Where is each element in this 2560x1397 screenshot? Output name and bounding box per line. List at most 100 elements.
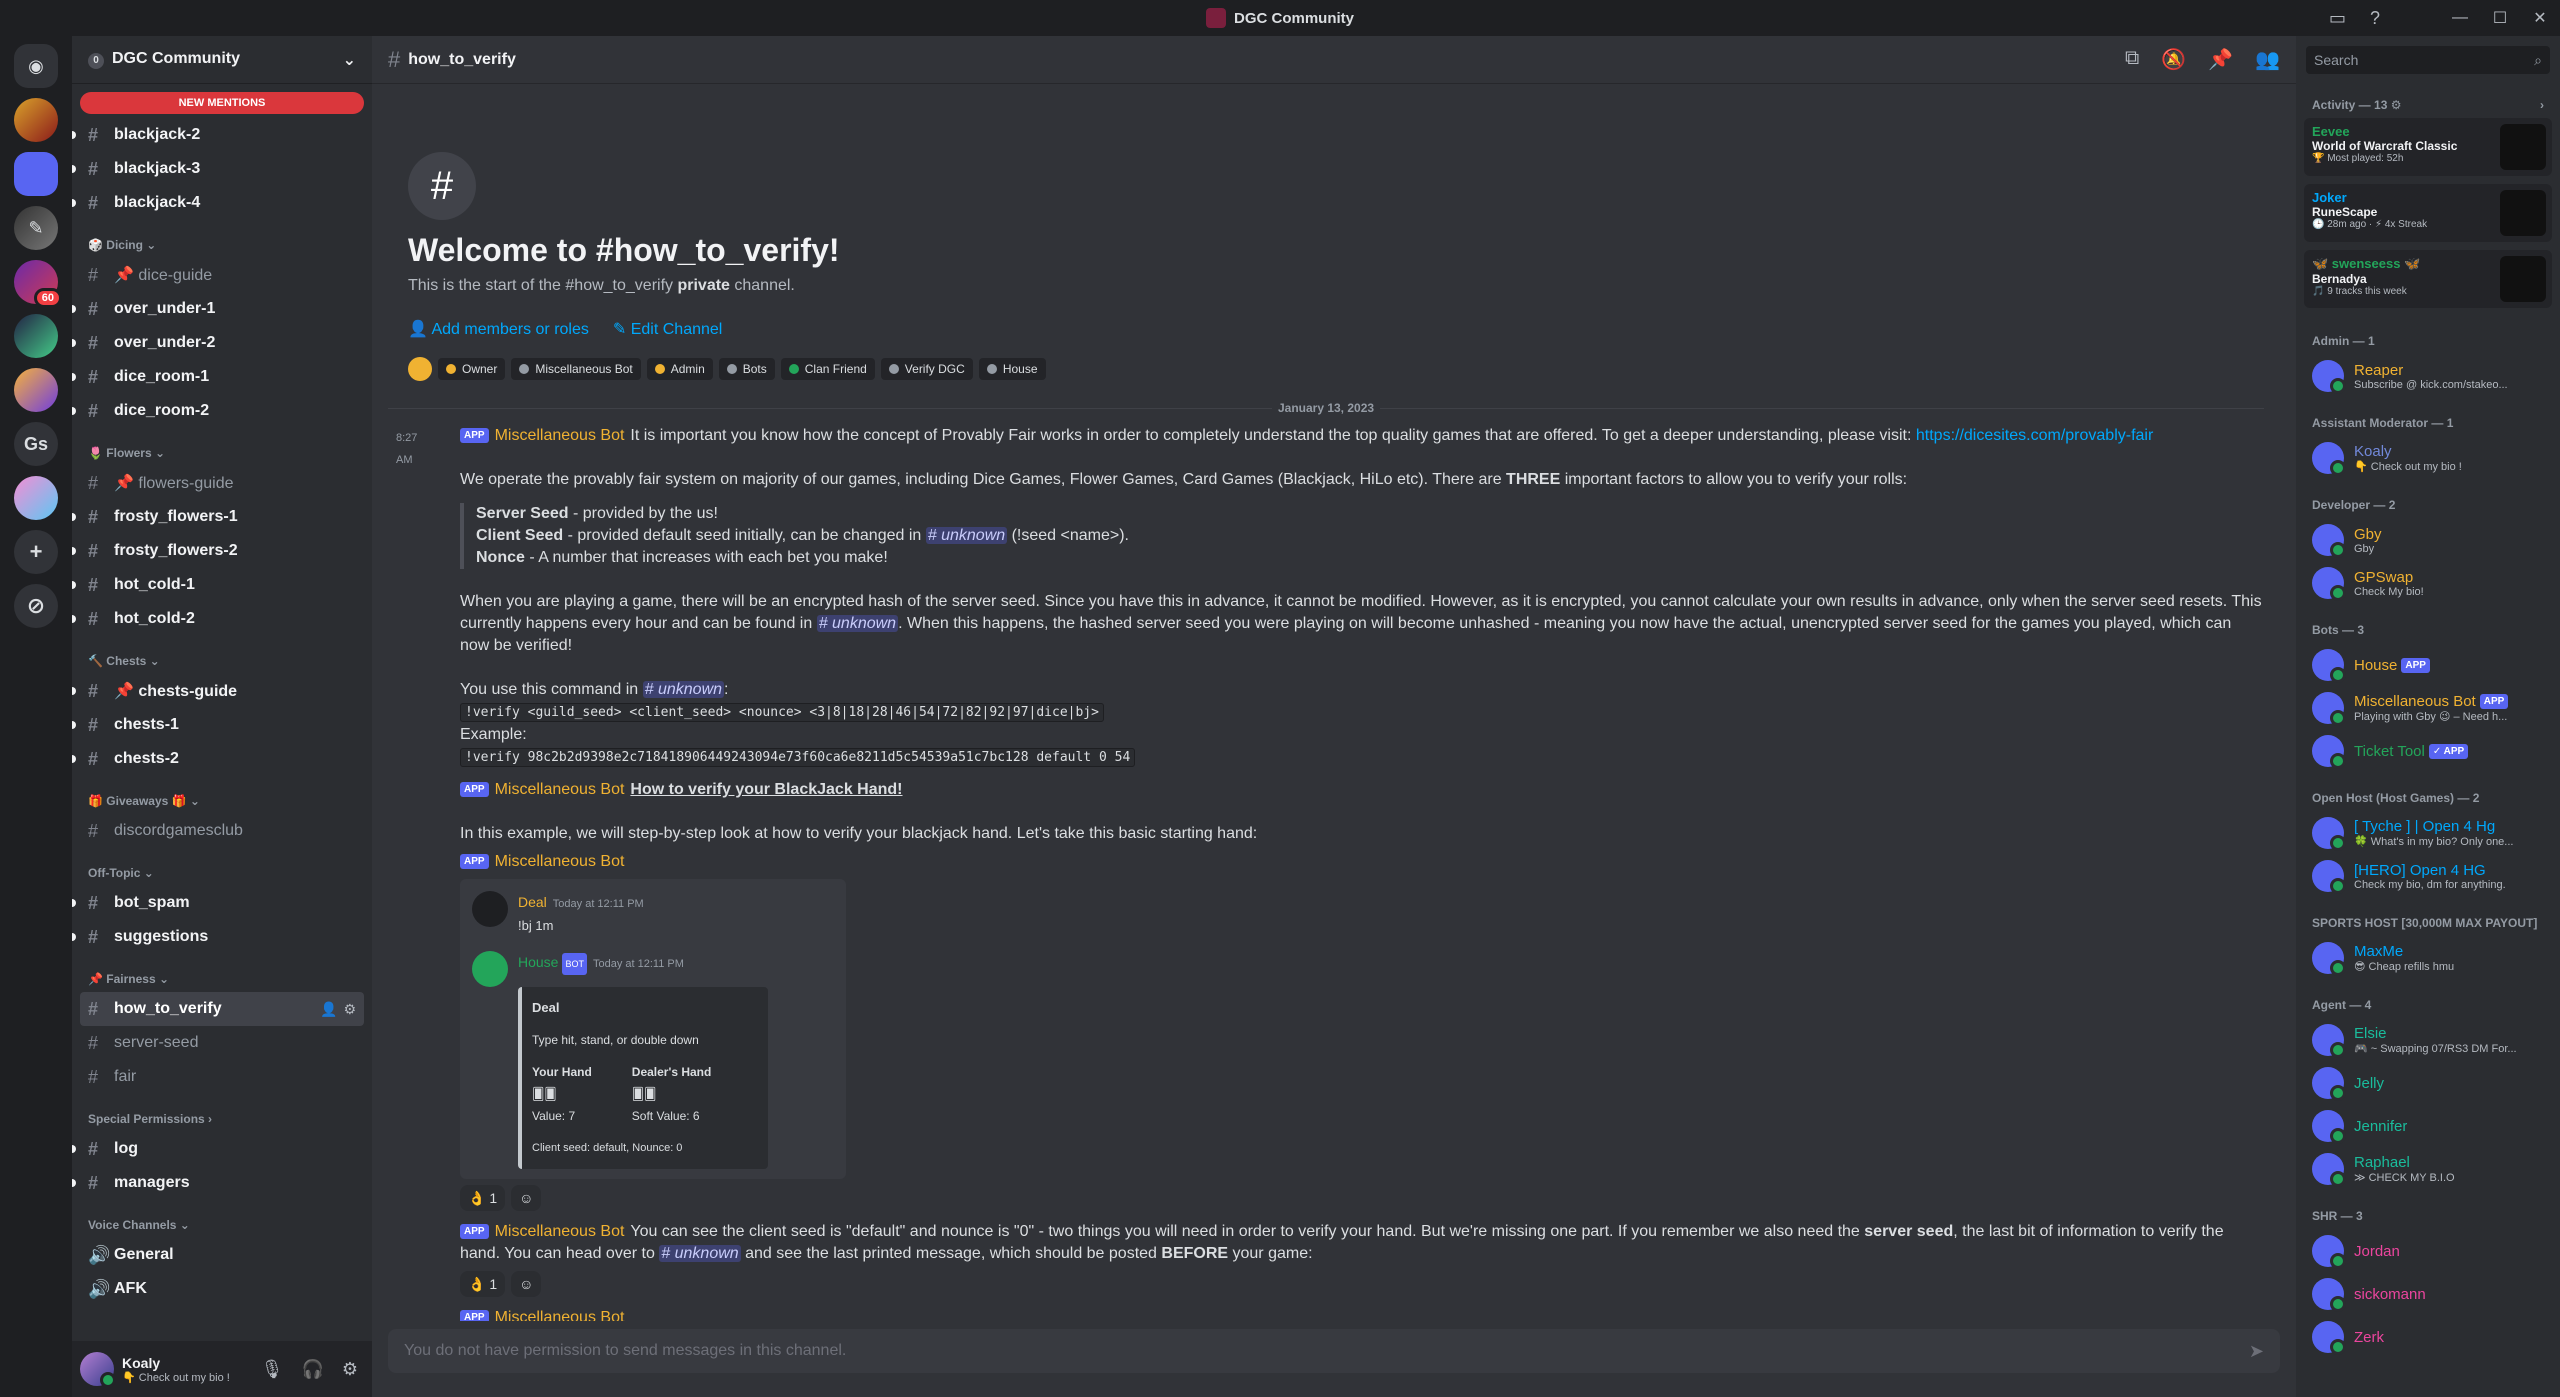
author-name[interactable]: Miscellaneous Bot — [495, 1223, 625, 1240]
pin-icon[interactable]: 📌 — [2208, 47, 2233, 72]
discord-home-icon[interactable]: ◉ — [14, 44, 58, 88]
member-item[interactable]: Elsie 🎮 ~ Swapping 07/RS3 DM For... — [2304, 1019, 2552, 1061]
member-item[interactable]: Zerk — [2304, 1316, 2552, 1358]
role-tag[interactable]: Verify DGC — [880, 358, 973, 380]
channel-item[interactable]: # discordgamesclub — [80, 814, 364, 848]
activity-card[interactable]: Eevee World of Warcraft Classic 🏆 Most pla… — [2304, 118, 2552, 176]
server-icon-dgc[interactable] — [14, 314, 58, 358]
member-item[interactable]: Reaper Subscribe @ kick.com/stakeo... — [2304, 355, 2552, 397]
member-item[interactable]: Ticket Tool ✓ APP — [2304, 730, 2552, 772]
channel-item[interactable]: # frosty_flowers-1 — [72, 500, 364, 534]
folder-icon[interactable] — [14, 152, 58, 196]
add-reaction-icon[interactable]: ☺ — [511, 1271, 542, 1297]
role-tag[interactable]: Miscellaneous Bot — [511, 358, 641, 380]
role-tag[interactable]: Clan Friend — [780, 358, 875, 380]
search-input[interactable]: Search ⌕ — [2306, 46, 2550, 74]
screenshot-image[interactable]: Deal Today at 12:11 PM !bj 1m House BOT Tod… — [460, 879, 846, 1179]
invite-icon[interactable]: 👤 — [320, 1001, 337, 1018]
reaction-ok-hand[interactable]: 👌 1 — [460, 1271, 506, 1297]
member-item[interactable]: Jennifer — [2304, 1105, 2552, 1147]
help-icon[interactable]: ? — [2370, 8, 2380, 29]
role-tag[interactable]: House — [978, 358, 1046, 380]
send-icon[interactable]: ➤ — [2249, 1341, 2264, 1362]
reaction-ok-hand[interactable]: 👌 1 — [460, 1185, 506, 1211]
member-item[interactable]: House APP — [2304, 644, 2552, 686]
member-item[interactable]: Raphael ≫ CHECK MY B.I.O — [2304, 1148, 2552, 1190]
server-icon-gs[interactable]: Gs — [14, 422, 58, 466]
channel-item[interactable]: # dice_room-2 — [72, 394, 364, 428]
channel-item[interactable]: # over_under-1 — [72, 292, 364, 326]
role-tag[interactable]: Admin — [646, 358, 713, 380]
discover-icon[interactable]: ⊘ — [14, 584, 58, 628]
server-icon-red[interactable]: 60 — [14, 260, 62, 308]
member-item[interactable]: [ Tyche ] | Open 4 Hg 🍀 What's in my bio?… — [2304, 812, 2552, 854]
channel-item[interactable]: # hot_cold-2 — [72, 602, 364, 636]
maximize-icon[interactable]: ☐ — [2480, 8, 2520, 28]
mute-bell-icon[interactable]: 🔕 — [2161, 47, 2186, 72]
server-icon-kqs[interactable] — [14, 98, 58, 142]
member-item[interactable]: Jelly — [2304, 1062, 2552, 1104]
member-item[interactable]: [HERO] Open 4 HG Check my bio, dm for any… — [2304, 855, 2552, 897]
channel-category[interactable]: Special Permissions › — [80, 1102, 364, 1132]
channel-item[interactable]: # bot_spam — [72, 886, 364, 920]
member-list-icon[interactable]: 👥 — [2255, 47, 2280, 72]
channel-category[interactable]: 🎲 Dicing ⌄ — [80, 228, 364, 258]
add-server-icon[interactable]: + — [14, 530, 58, 574]
channel-item[interactable]: 🔊 AFK — [80, 1272, 364, 1306]
channel-item[interactable]: # over_under-2 — [72, 326, 364, 360]
channel-item[interactable]: # fair — [80, 1060, 364, 1094]
member-item[interactable]: GPSwap Check My bio! — [2304, 562, 2552, 604]
channel-category[interactable]: 📌 Fairness ⌄ — [80, 962, 364, 992]
channel-item[interactable]: # chests-1 — [72, 708, 364, 742]
channel-category[interactable]: 🔨 Chests ⌄ — [80, 644, 364, 674]
inbox-icon[interactable]: ▭ — [2329, 8, 2346, 29]
channel-item[interactable]: # 📌 dice-guide — [80, 258, 364, 292]
channel-item[interactable]: # how_to_verify 👤 ⚙ — [80, 992, 364, 1026]
activity-card[interactable]: 🦋 swenseess 🦋 Bernadya 🎵 9 tracks this wee… — [2304, 250, 2552, 308]
role-tag[interactable]: Bots — [718, 358, 775, 380]
gear-icon[interactable]: ⚙ — [343, 1001, 356, 1018]
provably-fair-link[interactable]: https://dicesites.com/provably-fair — [1916, 427, 2153, 444]
channel-item[interactable]: # blackjack-2 — [72, 118, 364, 152]
author-name[interactable]: Miscellaneous Bot — [495, 1309, 625, 1321]
author-name[interactable]: Miscellaneous Bot — [495, 853, 625, 870]
server-icon-pink[interactable] — [14, 476, 58, 520]
channel-mention[interactable]: # unknown — [925, 527, 1008, 544]
edit-channel-button[interactable]: ✎ Edit Channel — [613, 319, 722, 339]
author-name[interactable]: Miscellaneous Bot — [495, 781, 625, 798]
channel-item[interactable]: # log — [72, 1132, 364, 1166]
channel-item[interactable]: # blackjack-3 — [72, 152, 364, 186]
member-item[interactable]: Gby Gby — [2304, 519, 2552, 561]
headphones-icon[interactable]: 🎧 — [301, 1359, 323, 1380]
channel-category[interactable]: Voice Channels ⌄ — [80, 1208, 364, 1238]
server-icon-ticket[interactable]: ✎ — [14, 206, 58, 250]
add-members-button[interactable]: 👤 Add members or roles — [408, 319, 589, 339]
channel-item[interactable]: # 📌 chests-guide — [72, 674, 364, 708]
channel-item[interactable]: # frosty_flowers-2 — [72, 534, 364, 568]
channel-mention[interactable]: # unknown — [816, 615, 899, 632]
close-icon[interactable]: ✕ — [2520, 8, 2560, 28]
channel-item[interactable]: # suggestions — [72, 920, 364, 954]
gear-icon[interactable]: ⚙ — [342, 1359, 358, 1380]
channel-item[interactable]: # dice_room-1 — [72, 360, 364, 394]
add-reaction-icon[interactable]: ☺ — [511, 1185, 542, 1211]
channel-category[interactable]: 🌷 Flowers ⌄ — [80, 436, 364, 466]
member-item[interactable]: Miscellaneous Bot APP Playing with Gby 😉 –… — [2304, 687, 2552, 729]
message-composer[interactable]: You do not have permission to send messa… — [388, 1329, 2280, 1373]
author-name[interactable]: Miscellaneous Bot — [495, 427, 625, 444]
member-item[interactable]: Jordan — [2304, 1230, 2552, 1272]
chevron-right-icon[interactable]: › — [2540, 98, 2544, 112]
channel-item[interactable]: # blackjack-4 — [72, 186, 364, 220]
member-item[interactable]: Koaly 👇 Check out my bio ! — [2304, 437, 2552, 479]
microphone-icon[interactable]: 🎙 — [261, 1359, 284, 1380]
channel-mention[interactable]: # unknown — [642, 681, 725, 698]
channel-item[interactable]: # 📌 flowers-guide — [80, 466, 364, 500]
channel-item[interactable]: # chests-2 — [72, 742, 364, 776]
role-tag[interactable]: Owner — [438, 358, 506, 380]
activity-card[interactable]: Joker RuneScape 🕒 28m ago · ⚡ 4x Streak — [2304, 184, 2552, 242]
minimize-icon[interactable]: — — [2440, 9, 2480, 27]
channel-category[interactable]: Off-Topic ⌄ — [80, 856, 364, 886]
message-list[interactable]: # Welcome to #how_to_verify! This is the… — [372, 84, 2280, 1321]
channel-item[interactable]: # server-seed — [80, 1026, 364, 1060]
avatar[interactable] — [80, 1352, 116, 1388]
